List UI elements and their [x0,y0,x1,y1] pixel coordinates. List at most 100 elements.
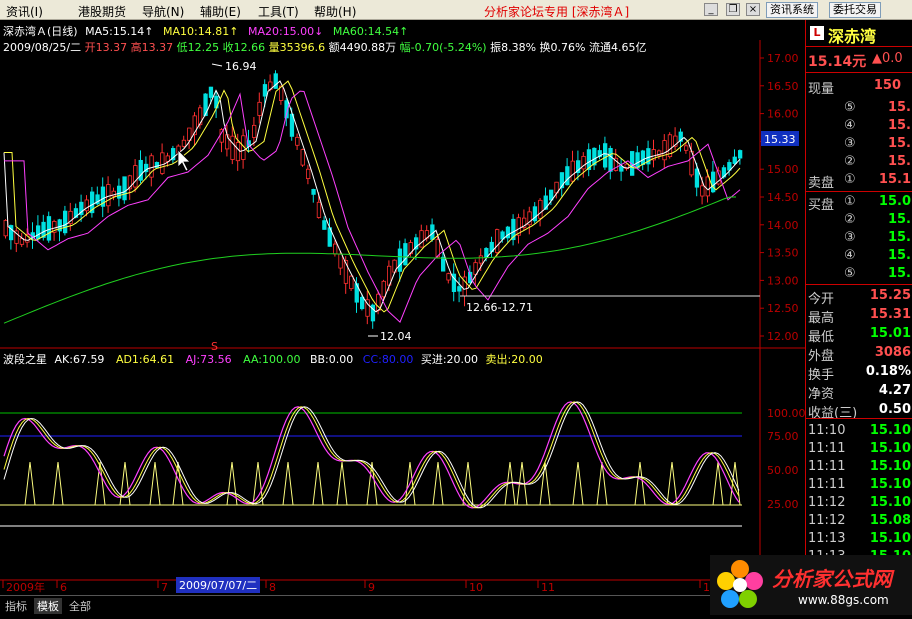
info-open: 开13.37 [84,41,128,54]
tick-row: 11:12 15.08 [806,513,912,531]
restore-icon[interactable]: ❐ [726,3,740,16]
current-price-label: 15.33 [764,133,796,146]
row-label: 11:13 [808,531,846,546]
chart-svg[interactable]: 17.0016.5016.0015.5015.0014.5014.0013.50… [0,20,805,595]
price-tick: 16.50 [767,80,799,93]
separator [806,284,912,285]
info-amplitude: 振8.38% [490,41,537,54]
buy-level-row: ⑤ 15. [806,266,912,284]
price-tick: 12.00 [767,330,799,343]
menu-item-help[interactable]: 帮助(H) [314,3,356,20]
chart-area[interactable]: 17.0016.5016.0015.5015.0014.5014.0013.50… [0,20,805,595]
indicator-info-line: 波段之星 AK:67.59 AD1:64.61 AJ:73.56 AA:100.… [3,351,543,367]
ind-cc: CC:80.00 [362,353,414,366]
row-label: 净资 [808,387,835,402]
month-label: 7 [161,581,168,594]
buy-level-row: 买盘 ① 15.0 [806,194,912,213]
row-value: 15.25 [869,288,911,303]
minimize-icon[interactable]: _ [704,3,718,16]
month-labels: 2009年6789101112 [2,580,717,594]
tab-template[interactable]: 模板 [34,598,62,614]
row-value: 15.0 [878,194,911,209]
tick-row: 11:12 15.10 [806,495,912,513]
tab-indicator[interactable]: 指标 [2,598,30,614]
menu-item-tools[interactable]: 工具(T) [258,3,299,20]
row-value: 15.10 [869,477,911,492]
price-tick: 15.00 [767,163,799,176]
info-date: 2009/08/25/二 [3,41,82,54]
info-close: 收12.66 [222,41,266,54]
tick-row: 11:10 15.10 [806,423,912,441]
month-label: 9 [368,581,375,594]
trade-button[interactable]: 委托交易 [829,2,881,18]
tick-row: 11:11 15.10 [806,459,912,477]
row-value: 15. [887,100,911,115]
row-value: 15.31 [869,307,911,322]
indicator-tick: 100.00 [767,407,805,420]
buy-level-row: ② 15. [806,212,912,230]
ind-aa: AA:100.00 [243,353,301,366]
row-value: 3086 [874,345,911,360]
menu-item-navigate[interactable]: 导航(N) [142,3,184,20]
level-label: ③ [844,230,856,245]
indicator-tick-labels: 100.00 75.00 50.00 25.00 [767,407,805,511]
sell-level-row: ② 15. [806,154,912,172]
app-title: 分析家论坛专用 [深赤湾Ａ] [484,5,630,19]
row-label: 最低 [808,330,835,345]
row-label: 买盘 [808,198,835,213]
volume-row: 现量 150 [806,78,912,97]
tab-all[interactable]: 全部 [66,598,94,614]
level-label: ③ [844,136,856,151]
stat-row: 最高 15.31 [806,307,912,326]
info-amount: 额4490.88万 [328,41,397,54]
annotation-low: 12.04 [380,330,412,343]
level-label: ⑤ [844,100,856,115]
last-price: 15.14元 [808,54,867,70]
price-tick: 13.00 [767,274,799,287]
row-value: 15.1 [878,172,911,187]
month-label: 11 [541,581,555,594]
level-label: ② [844,154,856,169]
row-value: 15. [887,154,911,169]
price-tick: 16.00 [767,108,799,121]
info-float: 流通4.65亿 [588,41,647,54]
oscillator-lines [3,401,740,509]
ind-ak: AK:67.59 [54,353,105,366]
stat-row: 净资 4.27 [806,383,912,402]
sell-level-row: ⑤ 15. [806,100,912,118]
news-system-button[interactable]: 资讯系统 [766,2,818,18]
row-value: 15. [887,230,911,245]
ind-buy: 买进:20.00 [420,353,479,366]
chart-info-line-1: 深赤湾Ａ(日线) MA5:15.14↑ MA10:14.81↑ MA20:15.… [3,23,408,39]
level-label: ② [844,212,856,227]
row-label: 卖盘 [808,176,835,191]
row-value: 15. [887,118,911,133]
menu-item-hk-futures[interactable]: 港股期货 [78,3,126,20]
menu-item-info[interactable]: 资讯(I) [6,3,43,20]
row-value: 15.10 [869,495,911,510]
separator [806,191,912,192]
indicator-tick: 75.00 [767,430,799,443]
row-label: 最高 [808,311,835,326]
ind-sell: 卖出:20.00 [485,353,543,366]
info-change: 幅-0.70(-5.24%) [399,41,487,54]
watermark-url: www.88gs.com [798,593,889,607]
annotation-high-pointer [211,63,223,67]
row-value: 15. [887,212,911,227]
close-icon[interactable]: × [746,3,760,16]
chart-info-line-2: 2009/08/25/二 开13.37 高13.37 低12.25 收12.66… [3,39,646,55]
row-value: 15. [887,266,911,281]
separator [806,72,912,73]
row-label: 外盘 [808,349,835,364]
row-label: 今开 [808,292,835,307]
row-label: 11:11 [808,459,846,474]
month-label: 8 [269,581,276,594]
row-value: 15.01 [869,326,911,341]
row-value: 4.27 [878,383,911,398]
menu-item-assist[interactable]: 辅助(E) [200,3,241,20]
stat-row: 最低 15.01 [806,326,912,345]
price-tick: 14.00 [767,219,799,232]
quote-panel: L 深赤湾 15.14元 ▲0.0 现量 150 ⑤ 15. ④ 15. ③ 15. ② 15… [805,20,912,595]
month-label: 2009年 [6,580,45,594]
price-tick: 14.50 [767,191,799,204]
